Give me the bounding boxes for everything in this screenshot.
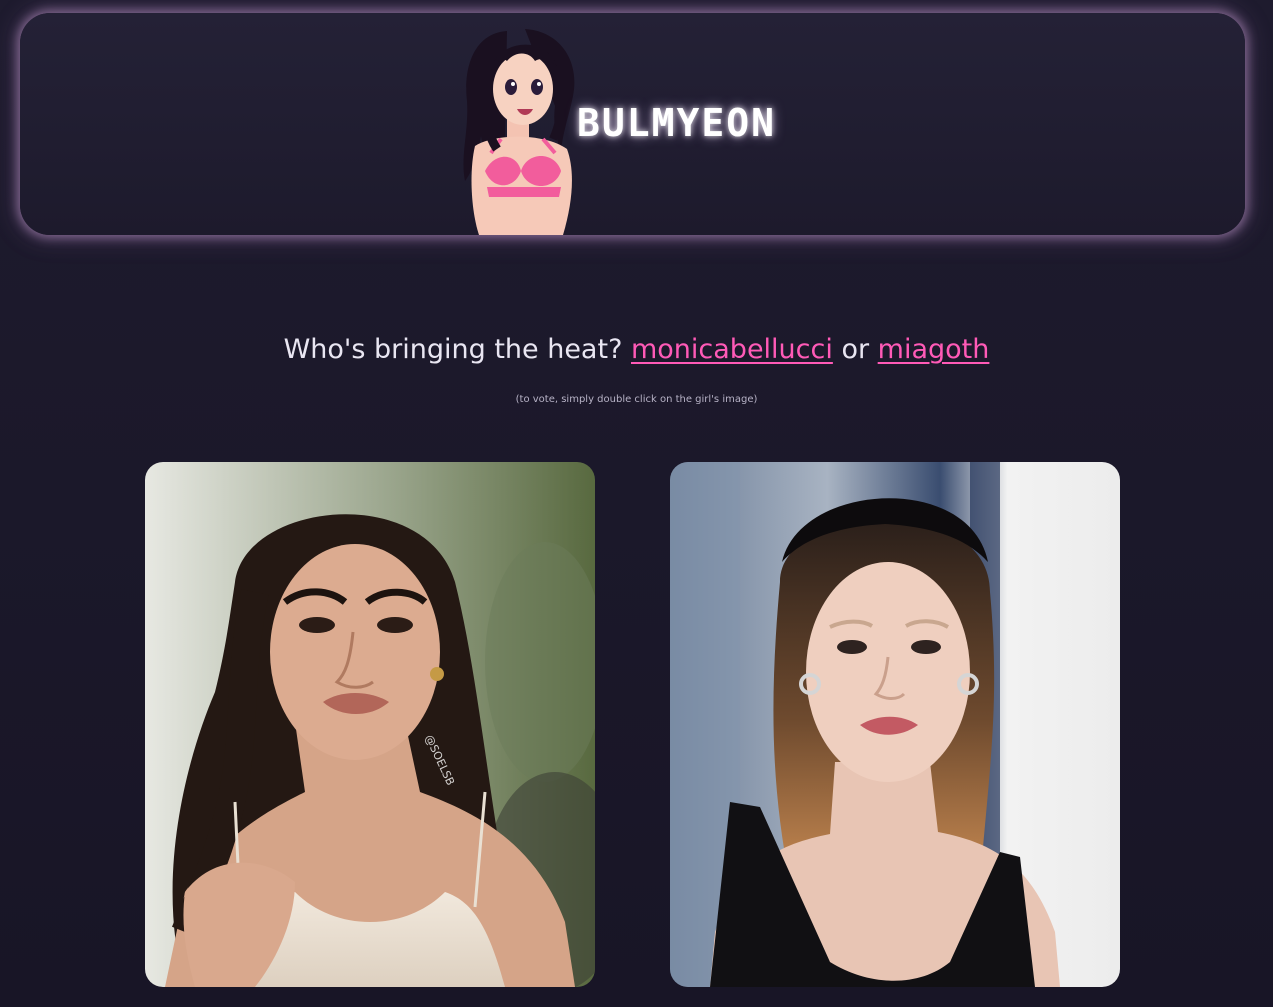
anime-girl-mascot-icon: [463, 29, 575, 235]
candidate-photo: @SOELSB: [145, 462, 595, 987]
page: BULMYEON Who's bringing the heat? monica…: [0, 0, 1273, 1007]
brand-title: BULMYEON: [577, 101, 777, 145]
option-b-link[interactable]: miagoth: [878, 334, 990, 365]
option-a-link[interactable]: monicabellucci: [631, 334, 833, 365]
vote-question: Who's bringing the heat? monicabellucci …: [0, 334, 1273, 365]
candidate-photo: [670, 462, 1120, 987]
candidate-card-miagoth[interactable]: [670, 462, 1120, 987]
question-prefix: Who's bringing the heat?: [283, 334, 631, 365]
vote-hint: (to vote, simply double click on the gir…: [515, 394, 758, 405]
logo[interactable]: BULMYEON: [445, 13, 865, 235]
question-joiner: or: [832, 334, 878, 365]
site-header: BULMYEON: [20, 13, 1245, 235]
candidate-card-monicabellucci[interactable]: @SOELSB: [145, 462, 595, 987]
